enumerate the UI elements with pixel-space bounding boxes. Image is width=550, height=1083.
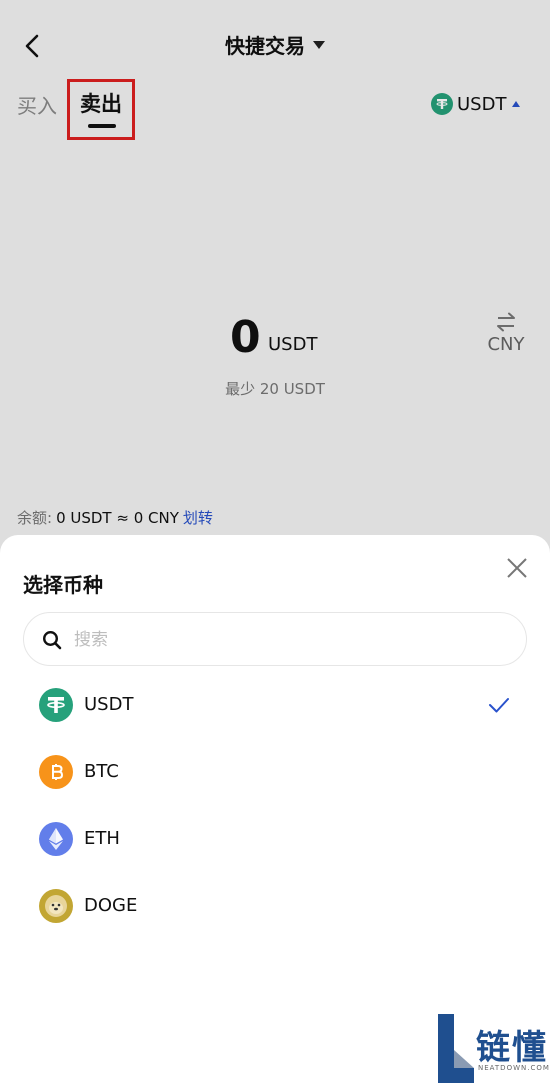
coin-name: ETH: [84, 828, 120, 849]
watermark-logo-icon: [438, 1014, 474, 1083]
tether-icon: [39, 688, 73, 722]
check-icon: [489, 698, 509, 713]
watermark: 链懂 NEATDOWN.COM: [436, 1014, 550, 1083]
watermark-text: 链懂: [476, 1028, 548, 1068]
coin-row-btc[interactable]: BTC: [0, 739, 550, 806]
coin-select-sheet: 选择币种 USDT: [0, 535, 550, 1083]
search-box[interactable]: [23, 612, 527, 666]
coin-row-eth[interactable]: ETH: [0, 806, 550, 873]
ethereum-icon: [39, 822, 73, 856]
coin-name: USDT: [84, 694, 134, 715]
search-input[interactable]: [74, 625, 504, 655]
coin-name: DOGE: [84, 895, 138, 916]
sheet-title: 选择币种: [23, 573, 103, 597]
coin-row-usdt[interactable]: USDT: [0, 672, 550, 739]
watermark-subtext: NEATDOWN.COM: [478, 1064, 550, 1072]
dogecoin-icon: [39, 889, 73, 923]
coin-name: BTC: [84, 761, 119, 782]
search-icon: [42, 630, 62, 650]
coin-row-doge[interactable]: DOGE: [0, 873, 550, 940]
bitcoin-icon: [39, 755, 73, 789]
close-icon[interactable]: [506, 557, 528, 579]
